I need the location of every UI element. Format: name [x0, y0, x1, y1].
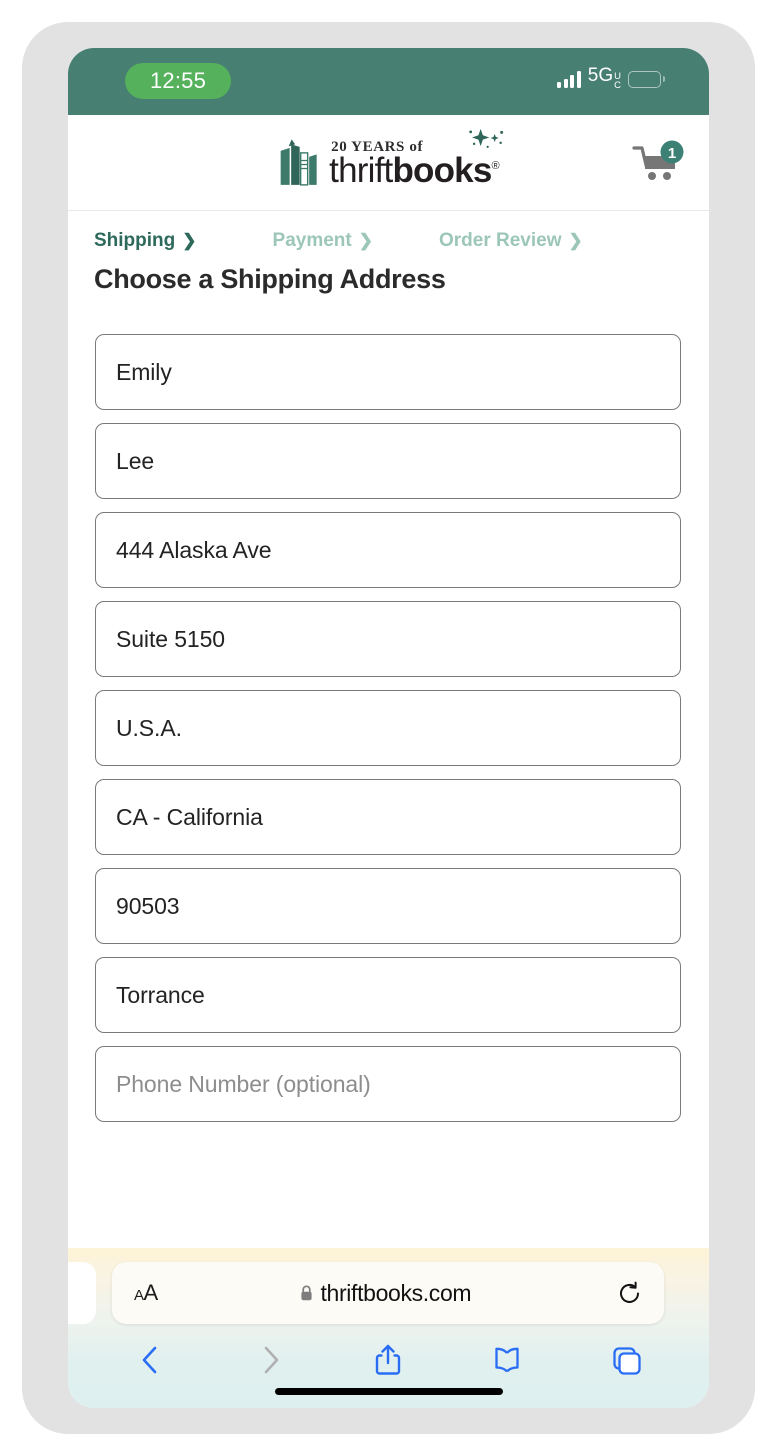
breadcrumb-step-payment[interactable]: Payment ❯: [273, 230, 373, 252]
breadcrumb-step-shipping-label: Shipping: [94, 230, 176, 251]
bookmarks-button[interactable]: [490, 1343, 524, 1377]
phone-frame: 12:55 5G U C 20 YEARS of thriftbooks® 1 …: [22, 22, 755, 1434]
last-name-input[interactable]: Lee: [95, 423, 681, 499]
share-button[interactable]: [371, 1343, 405, 1377]
url-bar[interactable]: AA thriftbooks.com: [112, 1262, 664, 1324]
breadcrumb-step-order-review-label: Order Review: [438, 230, 562, 251]
site-header: 20 YEARS of thriftbooks® 1: [68, 115, 709, 211]
zip-code-input[interactable]: 90503: [95, 868, 681, 944]
chevron-right-icon: ❯: [182, 231, 197, 250]
shipping-address-form: Emily Lee 444 Alaska Ave Suite 5150 U.S.…: [95, 334, 681, 1135]
logo-word-bold: books: [392, 150, 492, 190]
breadcrumb-step-shipping[interactable]: Shipping ❯: [94, 230, 197, 252]
state-input[interactable]: CA - California: [95, 779, 681, 855]
breadcrumb-step-payment-label: Payment: [272, 230, 352, 251]
city-input[interactable]: Torrance: [95, 957, 681, 1033]
logo-word-light: thrift: [329, 150, 393, 190]
page-title: Choose a Shipping Address: [94, 264, 446, 294]
lock-icon: [300, 1285, 312, 1301]
network-sub-bottom: C: [614, 80, 621, 91]
books-stack-icon: [280, 139, 317, 186]
phone-screen: 12:55 5G U C 20 YEARS of thriftbooks® 1 …: [68, 48, 709, 1408]
logo-wordmark: thriftbooks®: [329, 150, 500, 190]
tabs-button[interactable]: [609, 1343, 643, 1377]
chevron-right-icon: ❯: [568, 231, 583, 250]
safari-bottom-chrome: AA thriftbooks.com: [68, 1248, 709, 1408]
ios-status-bar: 12:55 5G U C: [68, 48, 709, 115]
safari-toolbar: [68, 1334, 709, 1386]
network-type-label: 5G U C: [588, 66, 621, 92]
thriftbooks-logo[interactable]: 20 YEARS of thriftbooks®: [278, 128, 504, 190]
status-time: 12:55: [149, 68, 207, 93]
home-indicator: [274, 1388, 503, 1395]
adjacent-tab-peek[interactable]: [68, 1262, 96, 1324]
forward-button: [264, 1346, 279, 1374]
first-name-input[interactable]: Emily: [95, 334, 681, 410]
logo-trademark: ®: [491, 159, 500, 172]
phone-number-input[interactable]: Phone Number (optional): [95, 1046, 681, 1122]
address-line-1-input[interactable]: 444 Alaska Ave: [95, 512, 681, 588]
network-type-text: 5G: [587, 65, 614, 86]
country-input[interactable]: U.S.A.: [95, 690, 681, 766]
url-display[interactable]: thriftbooks.com: [154, 1280, 617, 1307]
signal-bars-icon: [557, 70, 581, 88]
status-indicators: 5G U C: [557, 64, 665, 94]
address-line-2-input[interactable]: Suite 5150: [95, 601, 681, 677]
status-time-recording-pill: 12:55: [125, 63, 231, 99]
shopping-cart-icon: 1: [632, 140, 684, 180]
battery-low-icon: [628, 70, 665, 88]
breadcrumb-step-order-review[interactable]: Order Review ❯: [439, 230, 583, 252]
url-text: thriftbooks.com: [320, 1279, 472, 1306]
reload-icon[interactable]: [617, 1281, 642, 1306]
chevron-right-icon: ❯: [358, 231, 373, 250]
svg-text:1: 1: [668, 145, 676, 162]
sparkles-icon: [469, 128, 504, 148]
back-button[interactable]: [134, 1343, 168, 1377]
cart-button[interactable]: 1: [631, 139, 687, 187]
checkout-breadcrumb: Shipping ❯ Payment ❯ Order Review ❯: [68, 212, 709, 252]
